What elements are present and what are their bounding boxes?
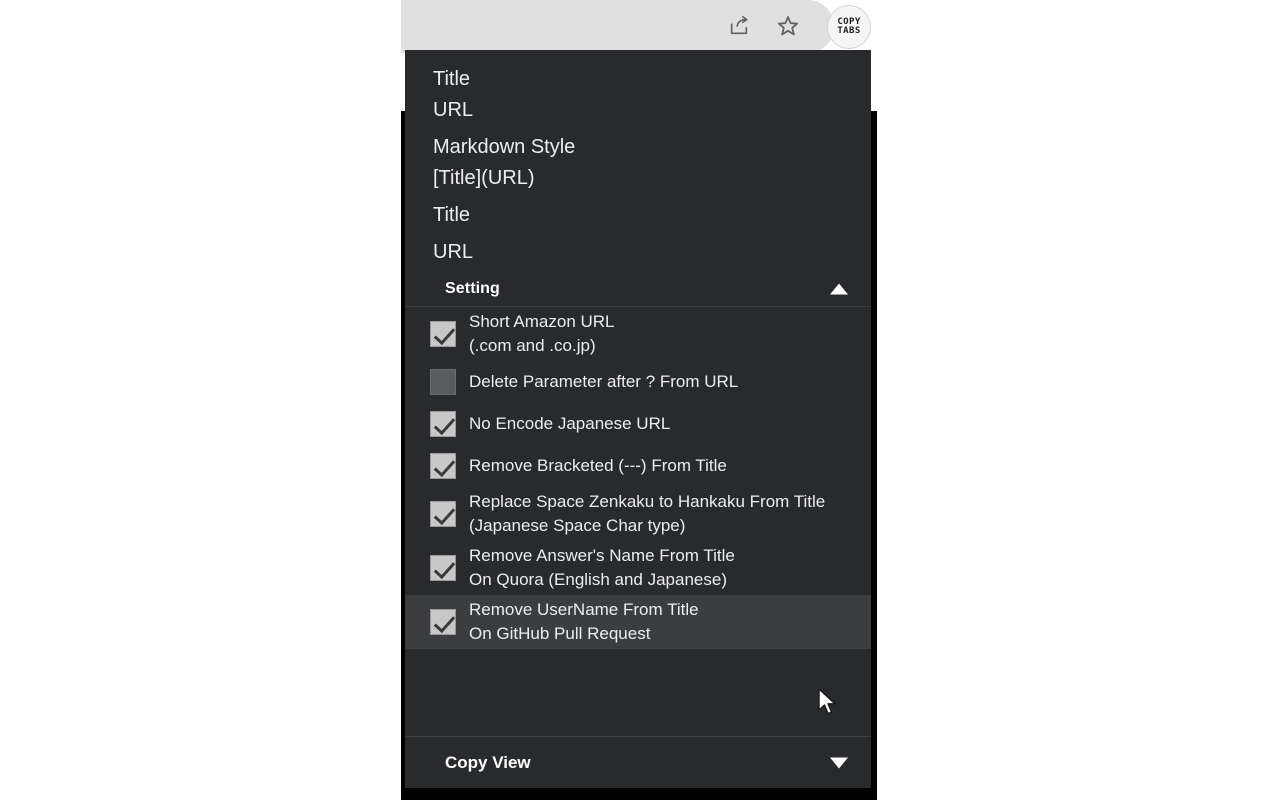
copy-view-section-header[interactable]: Copy View xyxy=(405,736,871,788)
copy-view-section-title: Copy View xyxy=(445,752,531,772)
setting-row[interactable]: Delete Parameter after ? From URL xyxy=(405,361,871,403)
command-item-line1: Markdown Style xyxy=(433,136,576,158)
setting-row-line2: On Quora (English and Japanese) xyxy=(469,570,727,589)
command-item-line2: [Title](URL) xyxy=(433,167,535,189)
setting-row-line1: Remove Answer's Name From Title xyxy=(469,546,735,565)
share-icon[interactable] xyxy=(724,11,754,41)
setting-row[interactable]: No Encode Japanese URL xyxy=(405,403,871,445)
command-item-line1: Title xyxy=(433,68,471,90)
checkbox-checked-icon[interactable] xyxy=(430,453,456,479)
setting-row-label: Remove Bracketed (---) From Title xyxy=(469,454,727,478)
setting-row-label: Short Amazon URL (.com and .co.jp) xyxy=(469,310,615,358)
setting-row-label: Replace Space Zenkaku to Hankaku From Ti… xyxy=(469,490,825,538)
setting-row-line2: (Japanese Space Char type) xyxy=(469,516,686,535)
setting-row-label: No Encode Japanese URL xyxy=(469,412,670,436)
setting-row-line1: Short Amazon URL xyxy=(469,312,615,331)
setting-row-label: Delete Parameter after ? From URL xyxy=(469,370,738,394)
ext-label-line2: TABS xyxy=(837,26,861,36)
setting-row[interactable]: Remove UserName From Title On GitHub Pull… xyxy=(405,595,871,649)
setting-row-line1: Replace Space Zenkaku to Hankaku From Ti… xyxy=(469,492,826,511)
setting-section-header[interactable]: Setting xyxy=(405,271,871,307)
setting-row[interactable]: Replace Space Zenkaku to Hankaku From Ti… xyxy=(405,487,871,541)
command-item-line2: URL xyxy=(433,99,474,121)
command-item[interactable]: URL xyxy=(405,234,871,271)
setting-row-line1: No Encode Japanese URL xyxy=(469,414,671,433)
setting-row-line2: (.com and .co.jp) xyxy=(469,336,596,355)
setting-section-title: Setting xyxy=(445,279,500,297)
setting-row[interactable]: Short Amazon URL (.com and .co.jp) xyxy=(405,307,871,361)
checkbox-checked-icon[interactable] xyxy=(430,411,456,437)
setting-row-line1: Delete Parameter after ? From URL xyxy=(469,372,739,391)
setting-rows: Short Amazon URL (.com and .co.jp) Delete … xyxy=(405,307,871,649)
setting-row-line1: Remove UserName From Title xyxy=(469,600,699,619)
setting-row[interactable]: Remove Answer's Name From Title On Quora … xyxy=(405,541,871,595)
command-list: Title URL Markdown Style [Title](URL) Title U… xyxy=(405,50,871,271)
setting-row-line2: On GitHub Pull Request xyxy=(469,624,651,643)
checkbox-checked-icon[interactable] xyxy=(430,321,456,347)
setting-row-line1: Remove Bracketed (---) From Title xyxy=(469,456,727,475)
checkbox-checked-icon[interactable] xyxy=(430,501,456,527)
command-item-line1: Title xyxy=(433,204,471,226)
command-item[interactable]: Title xyxy=(405,197,871,234)
chevron-down-icon[interactable] xyxy=(830,757,848,768)
checkbox-checked-icon[interactable] xyxy=(430,609,456,635)
command-item[interactable]: Markdown Style [Title](URL) xyxy=(405,129,871,197)
copy-tabs-extension-button[interactable]: COPY TABS xyxy=(827,5,871,49)
setting-row[interactable]: Remove Bracketed (---) From Title xyxy=(405,445,871,487)
chevron-up-icon[interactable] xyxy=(830,283,848,294)
setting-row-label: Remove UserName From Title On GitHub Pull… xyxy=(469,598,699,646)
copy-tabs-popup: Title URL Markdown Style [Title](URL) Title U… xyxy=(405,50,871,788)
star-icon[interactable] xyxy=(773,11,803,41)
browser-toolbar xyxy=(401,0,834,53)
checkbox-checked-icon[interactable] xyxy=(430,555,456,581)
checkbox-unchecked-icon[interactable] xyxy=(430,369,456,395)
command-item[interactable]: Title URL xyxy=(405,61,871,129)
command-item-line1: URL xyxy=(433,241,474,263)
setting-row-label: Remove Answer's Name From Title On Quora … xyxy=(469,544,735,592)
screen: COPY TABS Title URL Markdown Style [Title](… xyxy=(0,0,1280,800)
